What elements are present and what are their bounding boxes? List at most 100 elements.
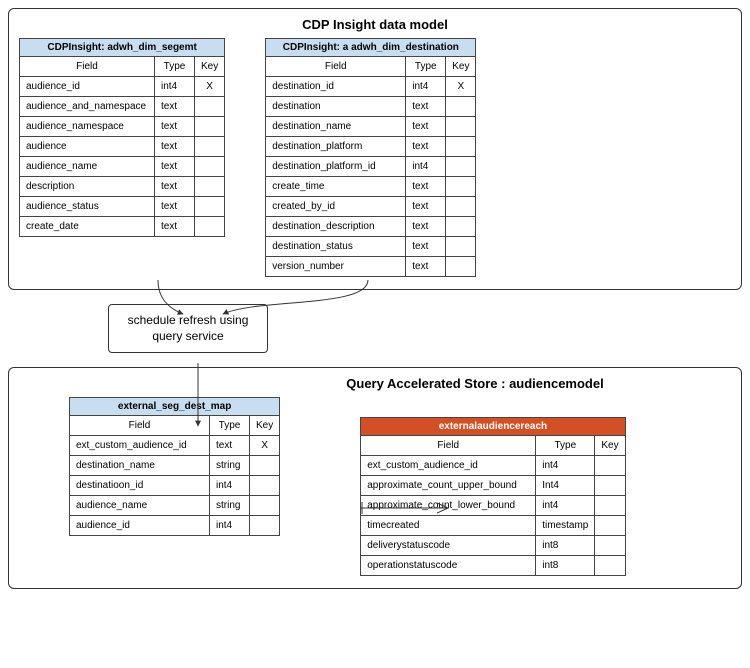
cell-key: X (446, 77, 476, 97)
cell-field: destination_description (266, 217, 406, 237)
cell-type: int4 (536, 496, 595, 516)
table-row: destination_platform_idint4 (266, 157, 476, 177)
col-field: Field (361, 436, 536, 456)
col-key: Key (250, 416, 280, 436)
cell-field: audience_id (70, 516, 210, 536)
cell-type: text (210, 436, 250, 456)
cell-type: text (406, 237, 446, 257)
cell-key (595, 556, 625, 576)
cell-key (250, 516, 280, 536)
table-segment: CDPInsight: adwh_dim_segemt Field Type K… (19, 38, 225, 237)
cell-type: timestamp (536, 516, 595, 536)
table-row: approximate_count_lower_boundint4 (361, 496, 625, 516)
cell-type: text (155, 117, 195, 137)
col-key: Key (446, 57, 476, 77)
col-field: Field (20, 57, 155, 77)
cell-field: audience_namespace (20, 117, 155, 137)
bottom-container-title: Query Accelerated Store : audiencemodel (219, 376, 731, 391)
cell-key (595, 516, 625, 536)
cell-field: deliverystatuscode (361, 536, 536, 556)
col-key: Key (195, 57, 225, 77)
table-row: destination_namestring (70, 456, 280, 476)
cell-field: audience (20, 137, 155, 157)
cell-field: destination (266, 97, 406, 117)
cell-key (250, 496, 280, 516)
cell-key (250, 476, 280, 496)
cell-type: int8 (536, 556, 595, 576)
cell-key (195, 137, 225, 157)
table-map: external_seg_dest_map Field Type Key ext… (69, 397, 280, 536)
cell-type: text (406, 197, 446, 217)
cell-type: text (155, 97, 195, 117)
table-row: destination_platformtext (266, 137, 476, 157)
cell-key: X (195, 77, 225, 97)
cell-type: text (406, 137, 446, 157)
process-label: schedule refresh using query service (108, 304, 268, 353)
col-key: Key (595, 436, 625, 456)
table-row: create_timetext (266, 177, 476, 197)
table-destination: CDPInsight: a adwh_dim_destination Field… (265, 38, 476, 277)
cell-type: text (406, 177, 446, 197)
table-row: destination_idint4X (266, 77, 476, 97)
cell-key (446, 257, 476, 277)
cell-key (595, 476, 625, 496)
cell-field: ext_custom_audience_id (361, 456, 536, 476)
table-row: ext_custom_audience_idtextX (70, 436, 280, 456)
cell-key (195, 97, 225, 117)
cell-field: destination_id (266, 77, 406, 97)
table-row: audience_namespacetext (20, 117, 225, 137)
table-row: audience_idint4 (70, 516, 280, 536)
top-container: CDP Insight data model CDPInsight: adwh_… (8, 8, 742, 290)
table-row: destinationtext (266, 97, 476, 117)
table-row: destination_descriptiontext (266, 217, 476, 237)
table-row: created_by_idtext (266, 197, 476, 217)
col-type: Type (155, 57, 195, 77)
cell-type: text (155, 177, 195, 197)
cell-key (446, 137, 476, 157)
col-field: Field (266, 57, 406, 77)
cell-field: approximate_count_lower_bound (361, 496, 536, 516)
cell-type: int4 (210, 516, 250, 536)
cell-type: text (155, 197, 195, 217)
table-title: CDPInsight: a adwh_dim_destination (266, 39, 476, 57)
table-row: audience_and_namespacetext (20, 97, 225, 117)
col-type: Type (210, 416, 250, 436)
table-row: audience_nametext (20, 157, 225, 177)
cell-type: text (155, 217, 195, 237)
cell-type: text (406, 217, 446, 237)
top-container-title: CDP Insight data model (19, 17, 731, 32)
table-title: externalaudiencereach (361, 418, 625, 436)
cell-type: text (155, 137, 195, 157)
cell-type: int4 (406, 77, 446, 97)
cell-key (595, 456, 625, 476)
cell-field: create_date (20, 217, 155, 237)
table-row: operationstatuscodeint8 (361, 556, 625, 576)
cell-field: ext_custom_audience_id (70, 436, 210, 456)
cell-key (446, 157, 476, 177)
col-field: Field (70, 416, 210, 436)
cell-key (195, 217, 225, 237)
cell-key (446, 97, 476, 117)
table-row: version_numbertext (266, 257, 476, 277)
cell-key (446, 217, 476, 237)
process-line1: schedule refresh using (128, 313, 249, 327)
cell-field: created_by_id (266, 197, 406, 217)
table-row: timecreatedtimestamp (361, 516, 625, 536)
cell-type: text (155, 157, 195, 177)
table-row: destination_statustext (266, 237, 476, 257)
cell-type: Int4 (536, 476, 595, 496)
cell-field: destination_name (266, 117, 406, 137)
cell-key (195, 177, 225, 197)
table-reach: externalaudiencereach Field Type Key ext… (360, 417, 625, 576)
cell-type: int8 (536, 536, 595, 556)
cell-key (195, 117, 225, 137)
col-type: Type (536, 436, 595, 456)
cell-type: int4 (210, 476, 250, 496)
cell-type: int4 (406, 157, 446, 177)
cell-type: int4 (536, 456, 595, 476)
table-title: CDPInsight: adwh_dim_segemt (20, 39, 225, 57)
cell-key (195, 197, 225, 217)
cell-field: destination_platform (266, 137, 406, 157)
cell-type: int4 (155, 77, 195, 97)
cell-key (250, 456, 280, 476)
